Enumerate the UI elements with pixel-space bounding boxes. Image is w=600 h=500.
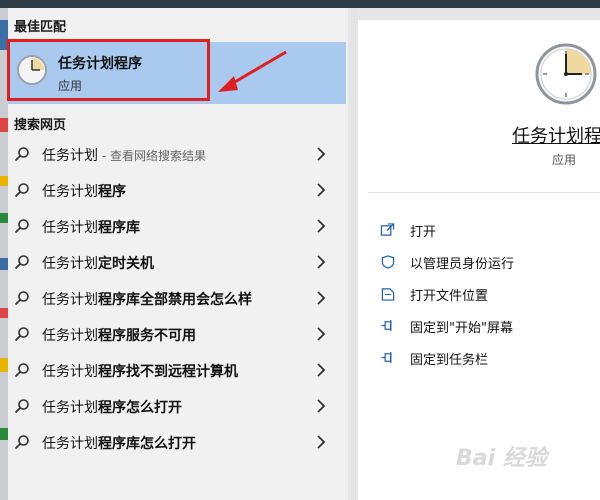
web-search-result-item[interactable]: 任务计划程序库怎么打开	[8, 424, 346, 460]
search-icon	[14, 147, 29, 162]
search-icon	[14, 219, 29, 234]
chevron-right-icon[interactable]	[316, 327, 326, 341]
search-icon	[14, 435, 29, 450]
web-search-result-item[interactable]: 任务计划程序找不到远程计算机	[8, 352, 346, 388]
detail-action-label: 打开文件位置	[410, 289, 489, 304]
open-icon	[380, 223, 395, 236]
detail-action-label: 固定到任务栏	[410, 353, 489, 368]
web-search-result-label: 任务计划程序怎么打开	[42, 397, 182, 417]
web-search-result-label: 任务计划程序找不到远程计算机	[42, 361, 238, 381]
web-search-heading: 搜索网页	[14, 118, 67, 133]
best-match-name: 任务计划程序	[58, 56, 142, 72]
search-icon	[14, 291, 29, 306]
chevron-right-icon[interactable]	[316, 183, 326, 197]
file-location-icon	[381, 288, 395, 301]
query-text: 任务计划	[42, 400, 98, 416]
query-text: 任务计划	[42, 148, 98, 164]
suggestion-text: 程序库	[98, 220, 140, 236]
web-search-result-label: 任务计划程序库全部禁用会怎么样	[42, 289, 252, 309]
best-match-heading: 最佳匹配	[14, 20, 67, 35]
web-search-result-label: 任务计划定时关机	[42, 253, 154, 273]
background-window-strip	[0, 8, 8, 500]
chevron-right-icon[interactable]	[316, 363, 326, 377]
web-search-result-label: 任务计划程序	[42, 181, 126, 201]
web-search-result-item[interactable]: 任务计划程序库全部禁用会怎么样	[8, 280, 346, 316]
suggestion-subtext: - 查看网络搜索结果	[98, 149, 206, 163]
chevron-right-icon[interactable]	[316, 147, 326, 161]
suggestion-text: 程序服务不可用	[98, 328, 196, 344]
detail-action-item[interactable]: 固定到"开始"屏幕	[380, 314, 590, 338]
query-text: 任务计划	[42, 220, 98, 236]
query-text: 任务计划	[42, 364, 98, 380]
web-search-result-item[interactable]: 任务计划程序服务不可用	[8, 316, 346, 352]
web-search-result-label: 任务计划 - 查看网络搜索结果	[42, 145, 206, 165]
detail-action-label: 打开	[410, 225, 437, 240]
top-bar	[0, 0, 600, 8]
app-title[interactable]: 任务计划程	[512, 122, 600, 148]
query-text: 任务计划	[42, 292, 98, 308]
suggestion-text: 程序找不到远程计算机	[98, 364, 238, 380]
query-text: 任务计划	[42, 256, 98, 272]
detail-action-label: 以管理员身份运行	[410, 257, 515, 272]
search-icon	[14, 183, 29, 198]
suggestion-text: 程序库怎么打开	[98, 436, 196, 452]
search-icon	[14, 399, 29, 414]
baidu-watermark: Bai 经验	[456, 446, 547, 471]
query-text: 任务计划	[42, 436, 98, 452]
pin-icon	[381, 319, 392, 332]
detail-action-item[interactable]: 打开文件位置	[380, 282, 590, 306]
web-search-result-item[interactable]: 任务计划程序怎么打开	[8, 388, 346, 424]
suggestion-text: 定时关机	[98, 256, 154, 272]
detail-action-label: 固定到"开始"屏幕	[410, 321, 513, 336]
search-icon	[14, 327, 29, 342]
web-search-result-label: 任务计划程序服务不可用	[42, 325, 196, 345]
web-search-result-label: 任务计划程序库	[42, 217, 140, 237]
chevron-right-icon[interactable]	[316, 399, 326, 413]
web-search-result-item[interactable]: 任务计划定时关机	[8, 244, 346, 280]
task-scheduler-clock-icon	[17, 55, 47, 85]
chevron-right-icon[interactable]	[316, 255, 326, 269]
task-scheduler-clock-icon	[535, 43, 597, 105]
web-search-result-item[interactable]: 任务计划程序	[8, 172, 346, 208]
detail-action-item[interactable]: 打开	[380, 218, 590, 242]
detail-action-item[interactable]: 固定到任务栏	[380, 346, 590, 370]
chevron-right-icon[interactable]	[316, 435, 326, 449]
pane-separator	[348, 8, 358, 500]
suggestion-text: 程序怎么打开	[98, 400, 182, 416]
web-search-result-item[interactable]: 任务计划 - 查看网络搜索结果	[8, 136, 346, 172]
search-icon	[14, 363, 29, 378]
suggestion-text: 程序	[98, 184, 126, 200]
search-icon	[14, 255, 29, 270]
best-match-item[interactable]: 任务计划程序 应用	[8, 42, 346, 104]
shield-icon	[381, 255, 395, 269]
chevron-right-icon[interactable]	[316, 219, 326, 233]
app-detail-pane: 任务计划程 应用 打开以管理员身份运行 打开文件位置固定到"开始"屏幕 固定到任务栏	[358, 20, 600, 500]
query-text: 任务计划	[42, 328, 98, 344]
app-type: 应用	[552, 153, 577, 167]
query-text: 任务计划	[42, 184, 98, 200]
web-search-result-item[interactable]: 任务计划程序库	[8, 208, 346, 244]
best-match-type: 应用	[58, 79, 83, 93]
pin-icon	[381, 351, 392, 364]
web-search-result-label: 任务计划程序库怎么打开	[42, 433, 196, 453]
chevron-right-icon[interactable]	[316, 291, 326, 305]
suggestion-text: 程序库全部禁用会怎么样	[98, 292, 252, 308]
divider	[368, 192, 600, 193]
detail-action-item[interactable]: 以管理员身份运行	[380, 250, 590, 274]
